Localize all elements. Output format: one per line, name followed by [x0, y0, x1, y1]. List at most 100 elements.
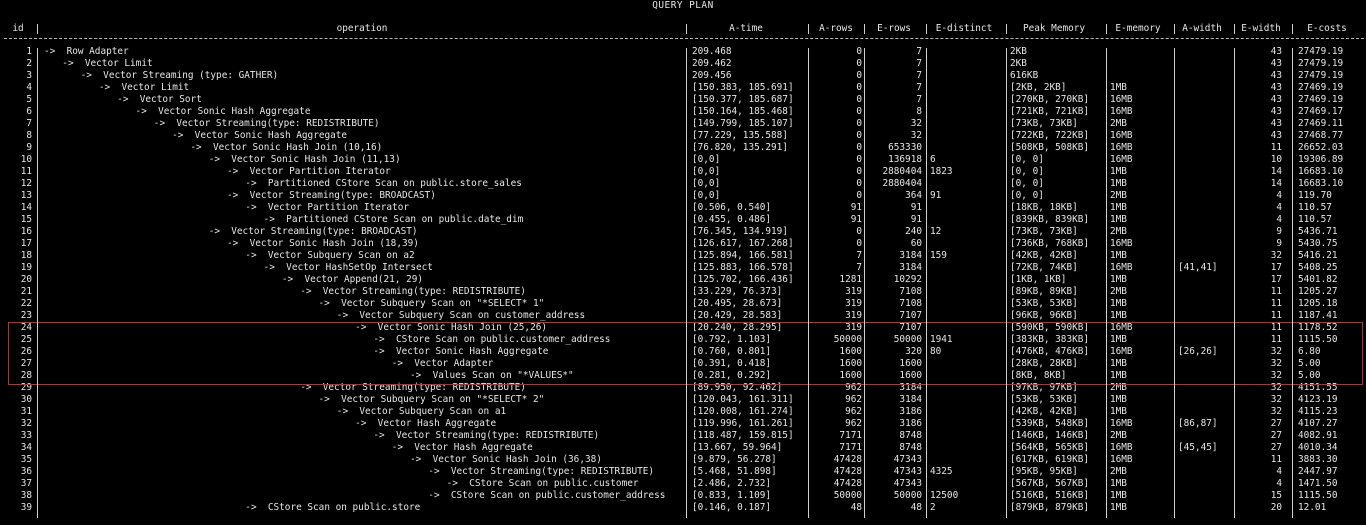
- cell-a-time: [0.792, 1.103]: [692, 334, 772, 345]
- cell-e-costs: 27469.17: [1298, 106, 1344, 117]
- table-row: 15 -> Partitioned CStore Scan on public.d…: [0, 214, 1366, 226]
- cell-e-memory: 2MB: [1110, 226, 1127, 237]
- cell-peak-memory: [2KB, 2KB]: [1010, 82, 1067, 93]
- cell-e-rows: 7: [916, 94, 922, 105]
- table-row: 32 -> Vector Hash Aggregate [119.996, 161.…: [0, 418, 1366, 430]
- table-row: 14 -> Vector Partition Iterator [0.506, 0.…: [0, 202, 1366, 214]
- cell-e-costs: 1178.52: [1298, 322, 1338, 333]
- cell-e-rows: 1600: [899, 358, 922, 369]
- cell-a-width: [45,45]: [1178, 442, 1218, 453]
- cell-operation: -> Vector Sonic Hash Join (18,39): [227, 238, 419, 249]
- cell-e-distinct: [930, 94, 1002, 106]
- cell-e-memory: 16MB: [1110, 94, 1133, 105]
- cell-a-width: [1178, 58, 1232, 70]
- table-row: 21 -> Vector Streaming(type: REDISTRIBUTE…: [0, 286, 1366, 298]
- cell-a-rows: 0: [856, 130, 862, 141]
- table-row: 31 -> Vector Subquery Scan on a1 [120.008,…: [0, 406, 1366, 418]
- cell-operation: -> Vector Sonic Hash Join (10,16): [190, 142, 383, 153]
- cell-e-costs: 2447.97: [1298, 466, 1338, 477]
- table-row: 13 -> Vector Streaming(type: BROADCAST) [0…: [0, 190, 1366, 202]
- cell-peak-memory: 2KB: [1010, 58, 1027, 69]
- cell-operation: -> Partitioned CStore Scan on public.sto…: [245, 178, 522, 189]
- cell-a-rows: 0: [856, 70, 862, 81]
- cell-e-costs: 1115.50: [1298, 490, 1338, 501]
- cell-e-rows: 7108: [899, 286, 922, 297]
- cell-e-distinct: [930, 286, 1002, 298]
- table-row: 30 -> Vector Subquery Scan on "*SELECT* 2…: [0, 394, 1366, 406]
- cell-a-time: [77.229, 135.588]: [692, 130, 788, 141]
- cell-id: 35: [20, 454, 32, 465]
- cell-a-time: [125.702, 166.436]: [692, 274, 794, 285]
- table-row: 6 -> Vector Sonic Hash Aggregate [150.164,…: [0, 106, 1366, 118]
- table-row: 20 -> Vector Append(21, 29) [125.702, 166.…: [0, 274, 1366, 286]
- cell-a-time: [76.345, 134.919]: [692, 226, 788, 237]
- cell-operation: -> Vector Sonic Hash Join (11,13): [208, 154, 401, 165]
- cell-e-width: 43: [1270, 46, 1282, 57]
- header-e-memory: E-memory: [1115, 23, 1161, 34]
- cell-e-rows: 136918: [888, 154, 922, 165]
- cell-e-memory: 16MB: [1110, 130, 1133, 141]
- cell-peak-memory: [839KB, 839KB]: [1010, 214, 1090, 225]
- cell-a-time: [125.894, 166.581]: [692, 250, 794, 261]
- cell-e-width: 17: [1270, 274, 1282, 285]
- cell-e-memory: 1MB: [1110, 250, 1127, 261]
- cell-operation: -> Vector Streaming(type: REDISTRIBUTE): [300, 286, 526, 297]
- cell-e-rows: 3184: [899, 262, 922, 273]
- table-row: 2 -> Vector Limit 209.462 0 7 2KB 43 27479.19: [0, 58, 1366, 70]
- cell-e-costs: 1115.50: [1298, 334, 1338, 345]
- cell-a-width: [26,26]: [1178, 346, 1218, 357]
- cell-peak-memory: [1KB, 1KB]: [1010, 274, 1067, 285]
- cell-a-rows: 1600: [839, 346, 862, 357]
- cell-id: 24: [20, 322, 32, 333]
- cell-e-memory: 1MB: [1110, 214, 1127, 225]
- cell-e-rows: 47343: [893, 466, 922, 477]
- cell-id: 30: [20, 394, 32, 405]
- header-a-rows: A-rows: [819, 23, 853, 34]
- cell-id: 28: [20, 370, 32, 381]
- cell-a-time: [120.043, 161.311]: [692, 394, 794, 405]
- column-separator: [37, 48, 38, 518]
- cell-e-memory: 1MB: [1110, 502, 1127, 513]
- cell-e-costs: 27469.19: [1298, 82, 1344, 93]
- table-row: 34 -> Vector Hash Aggregate [13.667, 59.96…: [0, 442, 1366, 454]
- cell-a-width: [1178, 274, 1232, 286]
- cell-operation: -> Vector Streaming(type: BROADCAST): [208, 226, 418, 237]
- header-column-separator: [686, 24, 687, 34]
- cell-e-distinct: [930, 382, 1002, 394]
- cell-a-width: [1178, 238, 1232, 250]
- cell-a-rows: 1600: [839, 370, 862, 381]
- cell-operation: -> Vector Streaming(type: REDISTRIBUTE): [300, 382, 526, 393]
- table-row: 22 -> Vector Subquery Scan on "*SELECT* 1…: [0, 298, 1366, 310]
- cell-a-width: [1178, 82, 1232, 94]
- cell-id: 29: [20, 382, 32, 393]
- table-row: 12 -> Partitioned CStore Scan on public.s…: [0, 178, 1366, 190]
- table-row: 3 -> Vector Streaming (type: GATHER) 209.4…: [0, 70, 1366, 82]
- cell-e-rows: 8748: [899, 430, 922, 441]
- cell-a-time: [9.879, 56.278]: [692, 454, 777, 465]
- header-e-distinct: E-distinct: [935, 23, 993, 34]
- cell-peak-memory: [42KB, 42KB]: [1010, 250, 1078, 261]
- cell-e-distinct: [930, 58, 1002, 70]
- cell-operation: -> Vector HashSetOp Intersect: [263, 262, 433, 273]
- cell-id: 20: [20, 274, 32, 285]
- cell-a-rows: 0: [856, 154, 862, 165]
- cell-e-rows: 91: [910, 202, 922, 213]
- cell-operation: -> Vector Limit: [98, 82, 190, 93]
- cell-e-costs: 1187.41: [1298, 310, 1338, 321]
- cell-id: 32: [20, 418, 32, 429]
- cell-e-memory: [1110, 58, 1170, 70]
- cell-operation: -> Vector Append(21, 29): [281, 274, 423, 285]
- cell-peak-memory: [18KB, 18KB]: [1010, 202, 1078, 213]
- cell-a-rows: 0: [856, 106, 862, 117]
- cell-e-rows: 8: [916, 106, 922, 117]
- cell-operation: -> Vector Streaming (type: GATHER): [80, 70, 279, 81]
- cell-e-memory: 1MB: [1110, 334, 1127, 345]
- table-header: id operation A-time A-rows E-rows E-dist…: [0, 22, 1366, 36]
- table-row: 25 -> CStore Scan on public.customer_addr…: [0, 334, 1366, 346]
- cell-a-width: [1178, 130, 1232, 142]
- cell-e-width: 11: [1270, 310, 1282, 321]
- cell-e-distinct: [930, 46, 1002, 58]
- cell-e-costs: 26652.03: [1298, 142, 1344, 153]
- cell-a-time: 209.468: [692, 46, 732, 57]
- cell-e-rows: 10292: [893, 274, 922, 285]
